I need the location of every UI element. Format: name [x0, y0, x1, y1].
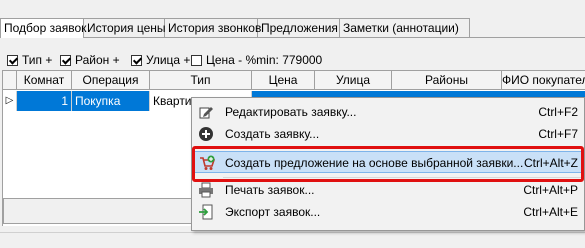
tab-strip: Подбор заявок История цены История звонк… [0, 18, 585, 38]
cart-add-icon [199, 155, 216, 171]
menu-item-create-request[interactable]: Создать заявку... Ctrl+F7 [192, 123, 584, 145]
column-header-label: Районы [425, 73, 468, 87]
grid-footer-panel [3, 198, 193, 224]
filter-district-label: Район + [75, 53, 120, 67]
menu-item-create-offer[interactable]: Создать предложение на основе выбранной … [192, 151, 584, 173]
column-header-label: Цена [268, 73, 298, 87]
status-bar [0, 232, 585, 248]
checkbox-district[interactable] [60, 55, 71, 66]
tab-call-history[interactable]: История звонков [165, 18, 262, 37]
cell-rooms[interactable]: 1 [17, 91, 72, 111]
menu-item-shortcut: Ctrl+Alt+P [523, 183, 578, 197]
menu-item-edit-request[interactable]: Редактировать заявку... Ctrl+F2 [192, 101, 584, 123]
cell-operation[interactable]: Покупка [72, 91, 150, 111]
menu-item-label: Редактировать заявку... [225, 105, 357, 119]
tab-request-matching[interactable]: Подбор заявок [0, 18, 87, 38]
edit-icon [198, 104, 214, 120]
tab-label: Подбор заявок [4, 21, 87, 35]
filter-street[interactable]: Улица + [131, 53, 190, 67]
menu-item-label: Печать заявок... [225, 183, 315, 197]
filter-district[interactable]: Район + [60, 53, 120, 67]
tab-label: История цены [87, 21, 166, 35]
filter-type[interactable]: Тип + [7, 53, 52, 67]
column-header-label: Операция [82, 73, 139, 87]
checkbox-street[interactable] [131, 55, 142, 66]
printer-icon [198, 182, 214, 198]
column-header-type[interactable]: Тип [150, 71, 252, 90]
menu-separator [223, 148, 581, 149]
tab-offers[interactable]: Предложения [258, 18, 340, 37]
checkbox-price[interactable] [191, 55, 202, 66]
add-icon [198, 126, 214, 142]
row-indicator-arrow[interactable]: ▷ [3, 91, 17, 111]
column-header-street[interactable]: Улица [315, 71, 392, 90]
column-header-label: Улица [335, 73, 371, 87]
tab-price-history[interactable]: История цены [84, 18, 166, 37]
tab-label: Заметки (аннотации) [343, 21, 459, 35]
tab-label: Предложения [261, 21, 338, 35]
tab-divider [0, 37, 585, 38]
filter-price[interactable]: Цена - %min: 779000 [191, 53, 322, 67]
menu-item-export-requests[interactable]: Экспорт заявок... Ctrl+Alt+E [192, 201, 584, 223]
checkbox-type[interactable] [7, 55, 18, 66]
filter-price-label: Цена - %min: 779000 [206, 53, 323, 67]
column-header-label: Комнат [23, 73, 65, 87]
column-header-operation[interactable]: Операция [72, 71, 150, 90]
row-indicator-header [3, 71, 17, 90]
tab-notes[interactable]: Заметки (аннотации) [340, 18, 470, 37]
tab-label: История звонков [168, 21, 262, 35]
menu-item-shortcut: Ctrl+F2 [538, 105, 578, 119]
column-header-label: Тип [190, 73, 211, 87]
column-header-price[interactable]: Цена [252, 71, 315, 90]
filter-type-label: Тип + [22, 53, 53, 67]
menu-item-label: Создать предложение на основе выбранной … [225, 156, 524, 170]
export-icon [198, 204, 214, 220]
menu-item-label: Экспорт заявок... [225, 205, 321, 219]
filter-street-label: Улица + [146, 53, 191, 67]
column-header-label: ФИО покупателя [502, 73, 585, 87]
menu-item-shortcut: Ctrl+Alt+Z [523, 156, 578, 170]
column-header-districts[interactable]: Районы [392, 71, 502, 90]
menu-item-print-requests[interactable]: Печать заявок... Ctrl+Alt+P [192, 179, 584, 201]
menu-separator [223, 177, 581, 178]
menu-item-shortcut: Ctrl+Alt+E [523, 205, 578, 219]
column-header-rooms[interactable]: Комнат [17, 71, 72, 90]
menu-item-shortcut: Ctrl+F7 [538, 127, 578, 141]
column-header-buyer-name[interactable]: ФИО покупателя [502, 71, 585, 90]
context-menu: Редактировать заявку... Ctrl+F2 Создать … [191, 97, 585, 231]
menu-item-label: Создать заявку... [225, 127, 320, 141]
